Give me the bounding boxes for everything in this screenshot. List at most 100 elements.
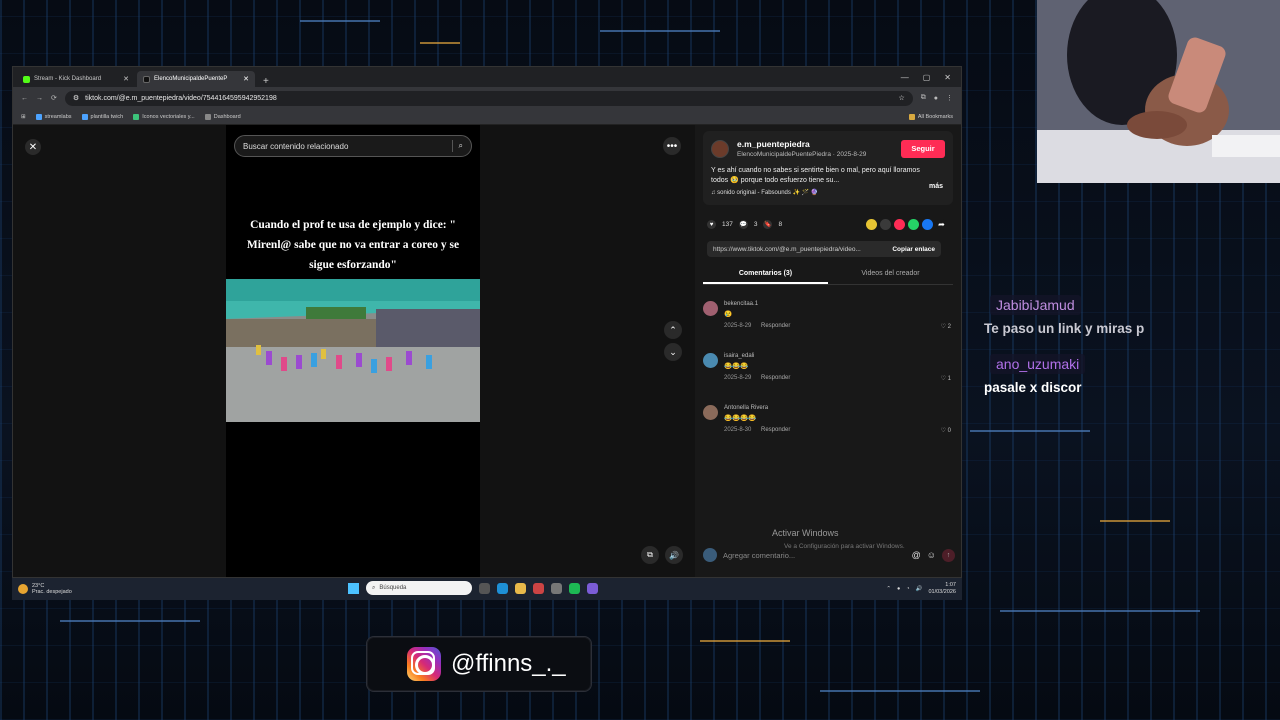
menu-icon[interactable]: ⋮	[946, 94, 953, 102]
avatar[interactable]	[711, 139, 729, 158]
tab-kick-dashboard[interactable]: Stream - Kick Dashboard ✕	[17, 71, 135, 87]
follow-button[interactable]: Seguir	[901, 139, 945, 158]
close-video-button[interactable]: ✕	[25, 139, 41, 155]
comment-date: 2025-8-30	[724, 427, 752, 433]
bookmark-icon[interactable]: 🔖	[763, 220, 773, 229]
bookmark-icon	[133, 113, 140, 120]
windows-start-icon[interactable]	[348, 582, 359, 594]
profile-icon[interactable]: ●	[934, 95, 938, 102]
time: 1:07	[945, 582, 956, 588]
obs-icon[interactable]	[551, 582, 562, 594]
send-comment-button[interactable]: ↑	[942, 548, 955, 562]
bookmark-iconos[interactable]: Iconos vectoriales y...	[133, 113, 195, 120]
forward-icon[interactable]: →	[36, 95, 43, 102]
comment-like[interactable]: ♡ 1	[941, 375, 951, 382]
avatar[interactable]	[703, 353, 718, 368]
chat-username-text: JabibiJamud	[996, 297, 1075, 313]
star-icon[interactable]: ☆	[898, 94, 904, 102]
comment-like[interactable]: ♡ 0	[941, 427, 951, 434]
close-window-icon[interactable]: ✕	[944, 73, 951, 82]
minimize-icon[interactable]: —	[901, 73, 909, 82]
edge-icon[interactable]	[497, 582, 508, 594]
address-bar[interactable]: ⚙ tiktok.com/@e.m_puentepiedra/video/754…	[64, 90, 913, 106]
panel-tabs: Comentarios (3) Videos del creador	[703, 265, 953, 285]
folder-icon	[908, 113, 915, 120]
heart-icon[interactable]: ♥	[707, 220, 716, 229]
bookmark-streamlabs[interactable]: streamlabs	[35, 113, 72, 120]
saves-count: 8	[778, 221, 783, 228]
comment-user[interactable]: isaira_edali	[724, 353, 754, 359]
share-icon[interactable]: ➦	[936, 219, 947, 230]
whatsapp-icon[interactable]	[908, 219, 919, 230]
file-explorer-icon[interactable]	[515, 582, 526, 594]
bookmark-dashboard[interactable]: Dashboard	[204, 113, 241, 120]
more-options-button[interactable]: •••	[663, 137, 681, 155]
chrome-icon[interactable]	[533, 582, 544, 594]
video-description: Y es ahí cuando no sabes si sentirte bie…	[711, 167, 920, 184]
avatar[interactable]	[703, 405, 718, 420]
back-icon[interactable]: ←	[21, 95, 28, 102]
send-icon[interactable]	[894, 219, 905, 230]
avatar[interactable]	[703, 301, 718, 316]
task-view-icon[interactable]	[479, 582, 490, 594]
new-tab-button[interactable]: +	[257, 76, 275, 87]
site-info-icon[interactable]: ⚙	[73, 94, 79, 102]
tray-app-icon[interactable]: ●	[897, 586, 900, 592]
close-icon[interactable]: ✕	[123, 75, 129, 83]
previous-video-button[interactable]: ⌃	[664, 321, 682, 339]
apps-icon[interactable]: ⊞	[21, 114, 26, 120]
webcam-feed	[1037, 0, 1280, 183]
facebook-icon[interactable]	[922, 219, 933, 230]
all-bookmarks[interactable]: All Bookmarks	[908, 113, 953, 120]
mention-icon[interactable]: @	[912, 550, 921, 560]
coin-icon[interactable]	[866, 219, 877, 230]
close-icon[interactable]: ✕	[243, 75, 249, 83]
bookmark-plantilla[interactable]: plantilla twich	[81, 113, 123, 120]
chat-message: pasale x discor	[984, 380, 1082, 395]
tab-creator-videos[interactable]: Videos del creador	[828, 265, 953, 284]
discord-icon[interactable]	[587, 582, 598, 594]
clock[interactable]: 1:07 01/03/2026	[928, 582, 956, 596]
pip-button[interactable]: ⧉	[641, 546, 659, 564]
comment-like[interactable]: ♡ 2	[941, 323, 951, 330]
decor-streak	[1100, 520, 1170, 522]
spotify-icon[interactable]	[569, 582, 580, 594]
next-video-button[interactable]: ⌄	[664, 343, 682, 361]
bookmark-label: Iconos vectoriales y...	[142, 113, 195, 120]
author-card: e.m_puentepiedra ElencoMunicipaldePuente…	[703, 131, 953, 205]
related-search-input[interactable]: Buscar contenido relacionado ⌕	[234, 135, 472, 157]
search-icon[interactable]: ⌕	[459, 141, 463, 151]
tab-comments[interactable]: Comentarios (3)	[703, 265, 828, 284]
more-link[interactable]: más	[929, 183, 943, 190]
video-player[interactable]: Buscar contenido relacionado ⌕ Cuando el…	[226, 125, 480, 577]
volume-button[interactable]: 🔊	[665, 546, 683, 564]
emoji-icon[interactable]: ☺	[927, 550, 936, 560]
reload-icon[interactable]: ⟳	[51, 94, 57, 102]
reply-button[interactable]: Responder	[761, 427, 790, 433]
reply-button[interactable]: Responder	[761, 375, 790, 381]
activate-windows-subtext: Ve a Configuración para activar Windows.	[784, 543, 905, 550]
reply-button[interactable]: Responder	[761, 323, 790, 329]
extensions-icon[interactable]: ⧉	[921, 94, 926, 102]
tab-tiktok[interactable]: ElencoMunicipaldePuenteP ✕	[137, 71, 255, 87]
video-link[interactable]: https://www.tiktok.com/@e.m_puentepiedra…	[713, 246, 861, 253]
copy-link-button[interactable]: Copiar enlace	[886, 246, 941, 253]
video-frame-image	[226, 279, 480, 422]
search-icon: ⌕	[372, 584, 376, 591]
chevron-up-icon[interactable]: ⌃	[886, 586, 891, 592]
comment-user[interactable]: Antonella Rivera	[724, 405, 768, 411]
volume-icon[interactable]: 🔊	[916, 586, 923, 592]
author-username[interactable]: e.m_puentepiedra	[737, 139, 866, 149]
music-label[interactable]: ♫ sonido original - Fabsounds ✨ 🪄 🔮	[711, 189, 945, 196]
maximize-icon[interactable]: ▢	[923, 73, 931, 82]
decor-streak	[420, 42, 460, 44]
embed-icon[interactable]	[880, 219, 891, 230]
comment-input[interactable]: Agregar comentario...	[723, 551, 906, 560]
details-panel: e.m_puentepiedra ElencoMunicipaldePuente…	[695, 125, 961, 577]
comment-icon[interactable]: 💬	[738, 220, 748, 229]
weather-widget[interactable]: 23°C Prac. despejado	[18, 583, 72, 595]
taskbar-apps: ⌕ Búsqueda	[348, 581, 598, 595]
taskbar-search[interactable]: ⌕ Búsqueda	[366, 581, 472, 595]
comment-user[interactable]: bekencitaa.1	[724, 301, 758, 307]
wifi-icon[interactable]: ◔	[906, 586, 909, 592]
